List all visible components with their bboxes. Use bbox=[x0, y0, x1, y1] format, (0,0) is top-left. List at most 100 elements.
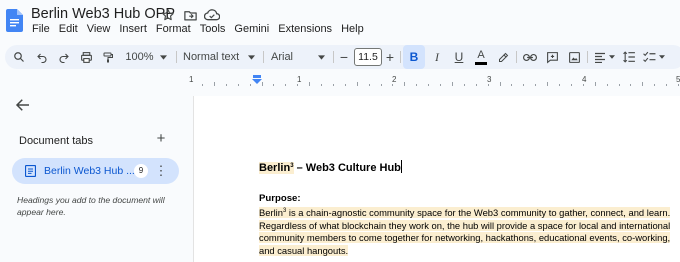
increase-font-size-button[interactable]: + bbox=[383, 45, 397, 69]
document-tab-label: Berlin Web3 Hub ... bbox=[44, 165, 135, 177]
cloud-saved-icon[interactable] bbox=[204, 7, 220, 23]
chevron-down-icon bbox=[659, 55, 665, 59]
move-to-folder-icon[interactable] bbox=[182, 7, 198, 23]
add-tab-button[interactable]: + bbox=[153, 131, 169, 147]
ruler-number: 4 bbox=[582, 75, 587, 84]
paragraph-brand: Berlin3 is a chain-agnostic community sp… bbox=[259, 207, 671, 218]
text-color-button[interactable]: A bbox=[471, 45, 491, 69]
ruler-number: 3 bbox=[487, 75, 492, 84]
ruler-tick bbox=[642, 82, 644, 86]
horizontal-ruler[interactable]: 1 1 2 3 4 5 bbox=[189, 72, 680, 90]
google-docs-window: Berlin Web3 Hub OPP File Edit View Inser… bbox=[0, 0, 680, 262]
ruler-tick bbox=[559, 84, 560, 86]
ruler-tick bbox=[237, 84, 239, 86]
toolbar-divider bbox=[587, 51, 588, 63]
ruler-tick bbox=[202, 84, 203, 86]
ruler-tick bbox=[213, 82, 215, 86]
ruler-tick bbox=[594, 82, 596, 86]
toolbar-divider bbox=[516, 51, 517, 63]
chevron-down-icon bbox=[159, 54, 167, 60]
bold-button[interactable]: B bbox=[403, 45, 425, 69]
insert-image-icon[interactable] bbox=[564, 45, 584, 69]
menu-view[interactable]: View bbox=[87, 23, 111, 35]
paragraph-line: community members to come together for n… bbox=[259, 232, 679, 245]
paragraph-line: Berlin3 is a chain-agnostic community sp… bbox=[259, 205, 679, 220]
line-spacing-icon[interactable] bbox=[619, 45, 639, 69]
chevron-down-icon bbox=[248, 54, 256, 60]
document-page[interactable]: Berlin3 – Web3 Culture Hub Purpose: Berl… bbox=[193, 96, 680, 262]
formatting-toolbar: 100% Normal text Arial − 11.5 + B I U A bbox=[5, 45, 680, 69]
chevron-down-icon bbox=[608, 55, 615, 59]
indent-marker-icon[interactable] bbox=[252, 75, 262, 84]
ruler-tick bbox=[249, 84, 251, 86]
paragraph-line-text: community members to come together for n… bbox=[259, 232, 671, 243]
ruler-tick bbox=[523, 84, 525, 86]
highlight-color-icon[interactable] bbox=[493, 45, 513, 69]
ruler-tick bbox=[535, 84, 537, 86]
ruler-tick bbox=[285, 84, 287, 86]
text-cursor bbox=[400, 160, 402, 173]
ruler-number: 2 bbox=[392, 75, 397, 84]
ruler-tick bbox=[261, 82, 263, 86]
checklist-icon[interactable] bbox=[641, 45, 667, 69]
search-menus-icon[interactable] bbox=[10, 45, 28, 69]
paragraph-brand-text: Berlin bbox=[259, 207, 283, 218]
underline-button[interactable]: U bbox=[449, 45, 469, 69]
document-heading[interactable]: Berlin3 – Web3 Culture Hub bbox=[259, 160, 402, 174]
align-text-icon[interactable] bbox=[591, 45, 617, 69]
star-icon[interactable] bbox=[160, 7, 176, 23]
heading-brand: Berlin3 bbox=[259, 162, 294, 174]
document-outline-sidebar: Document tabs + Berlin Web3 Hub ... 9 ⋮ … bbox=[0, 90, 192, 262]
undo-icon[interactable] bbox=[33, 45, 51, 69]
ruler-number: 1 bbox=[297, 75, 302, 84]
menu-tools[interactable]: Tools bbox=[200, 23, 226, 35]
paragraph-line: Regardless of what blockchain they work … bbox=[259, 219, 679, 233]
ruler-number: 5 bbox=[676, 75, 680, 84]
italic-button[interactable]: I bbox=[427, 45, 447, 69]
ruler-tick bbox=[499, 82, 501, 86]
menu-edit[interactable]: Edit bbox=[59, 23, 78, 35]
insert-link-icon[interactable] bbox=[520, 45, 540, 69]
paragraph-line: and casual hangouts. bbox=[259, 244, 679, 258]
back-arrow-icon[interactable] bbox=[14, 96, 32, 114]
docs-logo-icon[interactable] bbox=[6, 9, 23, 32]
paragraph-line-text: and casual hangouts. bbox=[259, 244, 349, 256]
ruler-tick bbox=[487, 84, 489, 86]
font-size-input[interactable]: 11.5 bbox=[354, 48, 382, 66]
chevron-down-icon bbox=[318, 54, 326, 60]
toolbar-divider bbox=[176, 51, 177, 63]
print-icon[interactable] bbox=[77, 45, 95, 69]
paragraph-style-select[interactable]: Normal text bbox=[181, 45, 259, 69]
ruler-tick bbox=[511, 84, 513, 86]
redo-icon[interactable] bbox=[55, 45, 73, 69]
document-title[interactable]: Berlin Web3 Hub OPP bbox=[31, 6, 175, 22]
toolbar-divider bbox=[400, 51, 401, 63]
menu-help[interactable]: Help bbox=[341, 23, 364, 35]
paragraph-line-text: Regardless of what blockchain they work … bbox=[259, 219, 671, 231]
menu-file[interactable]: File bbox=[32, 23, 50, 35]
ruler-tick bbox=[428, 84, 430, 86]
menu-extensions[interactable]: Extensions bbox=[278, 23, 332, 35]
ruler-tick bbox=[582, 84, 584, 86]
font-family-select[interactable]: Arial bbox=[269, 45, 331, 69]
add-comment-icon[interactable] bbox=[542, 45, 562, 69]
title-actions bbox=[160, 7, 220, 23]
paint-format-icon[interactable] bbox=[99, 45, 117, 69]
document-tab-item[interactable]: Berlin Web3 Hub ... 9 ⋮ bbox=[12, 158, 179, 184]
purpose-label: Purpose: bbox=[259, 193, 301, 204]
paragraph-first-line-text: is a chain-agnostic community space for … bbox=[286, 207, 671, 218]
decrease-font-size-button[interactable]: − bbox=[337, 45, 351, 69]
document-icon bbox=[25, 165, 36, 177]
headings-hint-text: Headings you add to the document will ap… bbox=[17, 195, 165, 217]
text-color-swatch bbox=[475, 61, 487, 65]
text-color-glyph: A bbox=[477, 48, 485, 61]
title-bar: Berlin Web3 Hub OPP File Edit View Inser… bbox=[0, 0, 680, 40]
ruler-tick bbox=[606, 84, 608, 86]
purpose-paragraph[interactable]: Berlin3 is a chain-agnostic community sp… bbox=[259, 205, 679, 257]
menu-insert[interactable]: Insert bbox=[119, 23, 147, 35]
menu-gemini[interactable]: Gemini bbox=[234, 23, 269, 35]
ruler-tick bbox=[309, 82, 311, 86]
menu-format[interactable]: Format bbox=[156, 23, 191, 35]
tab-more-options-button[interactable]: ⋮ bbox=[154, 162, 168, 180]
zoom-select[interactable]: 100% bbox=[121, 45, 171, 69]
